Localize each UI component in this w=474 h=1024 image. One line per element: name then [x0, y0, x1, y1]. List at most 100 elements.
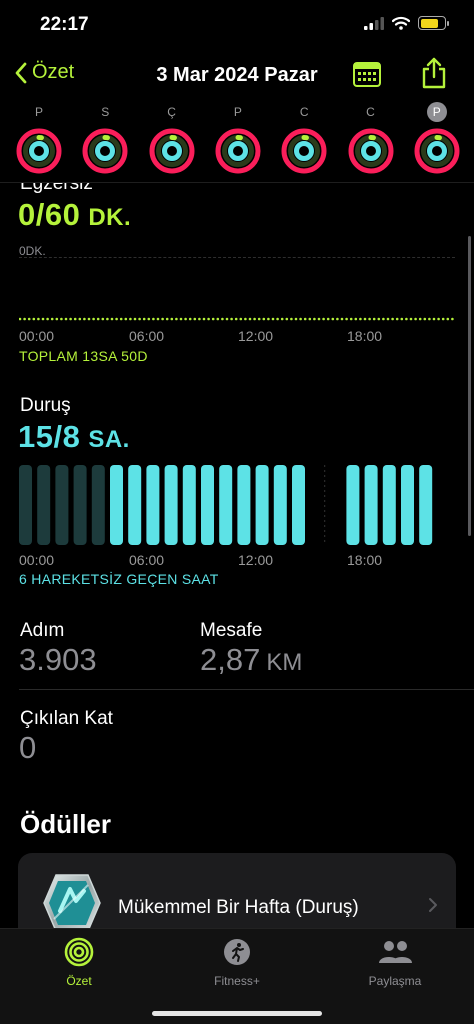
exercise-minute-dot [64, 317, 68, 321]
awards-title: Ödüller [20, 809, 112, 839]
share-button[interactable] [420, 56, 448, 95]
stand-hour-bar [201, 465, 214, 545]
exercise-gridline [19, 257, 455, 258]
day-letter: C [366, 105, 375, 119]
exercise-minute-dot [119, 317, 123, 321]
floors-label: Çıkılan Kat [20, 708, 113, 729]
day-letter: P [233, 105, 242, 119]
stand-hour-bar [219, 465, 233, 545]
day-5[interactable]: C [346, 102, 396, 174]
stand-value: 15/8 SA. [18, 419, 130, 455]
exercise-minute-dot [142, 317, 146, 321]
stand-axis-tick: 00:00 [19, 552, 55, 568]
stand-hour-bar [110, 465, 123, 545]
exercise-minute-dot [340, 317, 344, 321]
exercise-label: Egzersiz [20, 183, 93, 194]
exercise-minute-dot [55, 317, 59, 321]
exercise-minute-dot [368, 317, 371, 321]
stand-hour-bar [364, 465, 378, 545]
people-icon [379, 941, 412, 963]
exercise-minute-dot [253, 317, 256, 321]
tab-fitness-plus[interactable]: Fitness+ [158, 937, 316, 988]
exercise-minute-dot [432, 317, 436, 321]
stand-value-unit: SA. [88, 426, 130, 453]
exercise-minute-dot [354, 317, 358, 321]
tab-summary[interactable]: Özet [0, 937, 158, 988]
day-2[interactable]: Ç [147, 102, 197, 174]
exercise-minute-dot [193, 317, 197, 321]
stand-value-number: 15/8 [18, 419, 81, 454]
distance-value-number: 2,87 [200, 642, 261, 677]
summary-content[interactable]: Egzersiz 0/60 DK. 0DK. 00:00 06:00 12:00 … [0, 183, 474, 928]
steps-value: 3.903 [19, 642, 97, 677]
day-4[interactable]: C [279, 102, 329, 174]
exercise-minute-dot [271, 317, 275, 321]
back-button[interactable]: Özet [14, 61, 74, 84]
calendar-button[interactable] [352, 60, 382, 93]
exercise-minute-dot [345, 317, 348, 321]
share-icon [422, 57, 446, 89]
day-6[interactable]: P [412, 102, 462, 174]
exercise-minute-dot [313, 317, 316, 321]
exercise-minute-dot [395, 317, 399, 321]
exercise-minute-dot [83, 317, 86, 321]
exercise-minute-dot [280, 317, 284, 321]
exercise-minute-dot [19, 317, 22, 321]
exercise-minute-dot [225, 317, 229, 321]
exercise-minute-dot [239, 317, 243, 321]
day-letter: S [101, 105, 110, 119]
exercise-minute-dot [101, 317, 105, 321]
exercise-minute-dot [326, 317, 330, 321]
status-icons [364, 16, 449, 30]
exercise-minute-dot [308, 317, 312, 321]
exercise-zero-label: 0DK. [19, 244, 46, 258]
exercise-minute-dot [336, 317, 339, 321]
tab-sharing-label: Paylaşma [368, 974, 422, 988]
stand-hour-bar [37, 465, 51, 545]
exercise-minute-dot [363, 317, 367, 321]
exercise-minute-dot [92, 317, 95, 321]
stand-hour-bar [292, 465, 305, 545]
day-0[interactable]: P [14, 102, 64, 174]
exercise-minute-dot [147, 317, 151, 321]
running-figure-icon [224, 939, 250, 965]
exercise-value-number: 0/60 [18, 197, 81, 232]
tab-sharing[interactable]: Paylaşma [316, 937, 474, 988]
exercise-minute-dot [211, 317, 215, 321]
exercise-minute-dot [290, 317, 293, 321]
exercise-minute-dot [414, 317, 417, 321]
day-3[interactable]: P [213, 102, 263, 174]
battery-icon [418, 16, 449, 30]
exercise-minute-dot [78, 317, 82, 321]
exercise-minute-dot [423, 317, 427, 321]
back-label: Özet [32, 61, 75, 83]
activity-rings-icon [16, 128, 62, 174]
status-bar: 22:17 [0, 0, 474, 50]
exercise-minute-dot [299, 317, 302, 321]
exercise-minute-dot [106, 317, 109, 321]
exercise-axis-tick: 12:00 [238, 328, 274, 344]
stand-hour-bar [19, 465, 32, 545]
week-selector: PSÇPCCP [0, 102, 474, 182]
exercise-minute-dot [441, 317, 445, 321]
exercise-minute-dot [69, 317, 72, 321]
tab-bar: Özet Fitness+ Paylaşma [0, 928, 474, 1024]
exercise-minute-dot [110, 317, 114, 321]
tab-fitness-plus-label: Fitness+ [214, 974, 260, 988]
stand-hour-bar [237, 465, 251, 545]
award-item[interactable]: Mükemmel Bir Hafta (Duruş) [18, 853, 456, 928]
activity-rings-icon [64, 937, 94, 967]
exercise-minute-dot [234, 317, 238, 321]
exercise-minute-dot [230, 317, 233, 321]
award-name: Mükemmel Bir Hafta (Duruş) [118, 897, 359, 918]
day-1[interactable]: S [80, 102, 130, 174]
exercise-minute-dot [60, 317, 63, 321]
exercise-axis-tick: 06:00 [129, 328, 165, 344]
activity-rings-icon [149, 128, 195, 174]
stand-hour-bar [255, 465, 269, 545]
stand-axis-tick: 06:00 [129, 552, 165, 568]
exercise-total: TOPLAM 13SA 50D [19, 348, 148, 364]
nav-bar: Özet 3 Mar 2024 Pazar [0, 52, 474, 98]
exercise-minute-dot [221, 317, 224, 321]
distance-unit: KM [266, 649, 303, 676]
